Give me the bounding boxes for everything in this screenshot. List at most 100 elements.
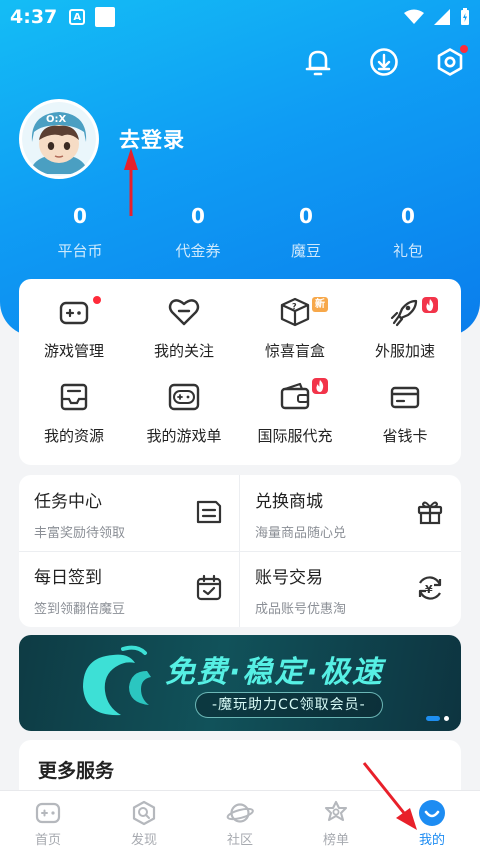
feature-grid-card: 游戏管理 我的关注 ? 新 惊喜盲盒 外服加速 我的资源 我的游戏单 国际服代充… <box>19 279 461 465</box>
wifi-icon <box>404 9 424 24</box>
task-center-entry[interactable]: 任务中心 丰富奖励待领取 <box>19 475 240 551</box>
grid-item-intl-topup[interactable]: 国际服代充 <box>240 364 350 445</box>
login-link[interactable]: 去登录 <box>119 124 185 154</box>
settings-button[interactable] <box>434 44 468 80</box>
task-subtitle: 成品账号优惠淘 <box>255 602 347 617</box>
inbox-icon <box>60 383 88 411</box>
nav-label: 首页 <box>34 833 61 848</box>
grid-item-label: 我的关注 <box>153 342 214 360</box>
heart-icon <box>168 299 200 326</box>
grid-item-label: 省钱卡 <box>382 427 428 445</box>
stat-label: 礼包 <box>392 242 423 260</box>
download-icon <box>370 48 398 76</box>
stat-value: 0 <box>299 204 313 228</box>
hot-badge <box>422 297 438 313</box>
gift-icon <box>417 501 443 525</box>
nav-community[interactable]: 社区 <box>192 791 288 855</box>
app-notification-icon: A <box>69 9 86 25</box>
grid-item-my-game-list[interactable]: 我的游戏单 <box>129 364 239 445</box>
task-title: 每日签到 <box>34 568 102 588</box>
gamepad-icon <box>59 301 89 325</box>
new-badge: 新 <box>312 297 328 312</box>
exchange-mall-entry[interactable]: 兑换商城 海量商品随心兑 <box>240 475 461 551</box>
mystery-box-icon: ? <box>280 297 310 327</box>
banner-subtitle: -魔玩助力CC领取会员- <box>195 692 383 718</box>
svg-text:¥: ¥ <box>425 583 433 596</box>
nav-label: 社区 <box>226 833 253 848</box>
stat-label: 平台币 <box>57 242 103 260</box>
rocket-icon <box>390 299 418 327</box>
nav-discover[interactable]: 发现 <box>96 791 192 855</box>
grid-item-my-follows[interactable]: 我的关注 <box>129 279 239 360</box>
nav-home[interactable]: 首页 <box>0 791 96 855</box>
banner-title: 免费·稳定·极速 <box>165 655 384 690</box>
nav-mine[interactable]: 我的 <box>384 791 480 855</box>
task-card: 任务中心 丰富奖励待领取 兑换商城 海量商品随心兑 每日签到 签到领翻倍魔豆 账… <box>19 475 461 627</box>
grid-item-mystery-box[interactable]: ? 新 惊喜盲盒 <box>240 279 350 360</box>
grid-item-label: 游戏管理 <box>43 342 104 360</box>
task-title: 兑换商城 <box>255 492 323 512</box>
grid-item-saving-card[interactable]: 省钱卡 <box>350 364 460 445</box>
grid-item-label: 国际服代充 <box>257 427 333 445</box>
yen-exchange-icon: ¥ <box>418 576 442 600</box>
profile-icon <box>419 800 445 826</box>
calendar-check-icon <box>196 574 222 601</box>
task-subtitle: 海量商品随心兑 <box>255 526 347 541</box>
stat-magic-bean[interactable]: 0 魔豆 <box>256 204 356 261</box>
battery-icon <box>461 8 469 25</box>
stat-value: 0 <box>401 204 415 228</box>
wallet-icon <box>280 382 310 410</box>
pager-dot <box>444 716 449 721</box>
task-title: 任务中心 <box>34 492 102 512</box>
avatar[interactable]: O:X <box>19 99 99 179</box>
grid-item-label: 外服加速 <box>374 342 435 360</box>
stat-voucher[interactable]: 0 代金券 <box>148 204 248 261</box>
stat-value: 0 <box>73 204 87 228</box>
task-subtitle: 签到领翻倍魔豆 <box>34 602 126 617</box>
game-manage-alert-dot <box>93 296 101 304</box>
discover-icon <box>132 800 156 826</box>
stat-label: 代金券 <box>175 242 221 260</box>
wallet-stats: 0 平台币 0 代金券 0 魔豆 0 礼包 <box>0 204 480 264</box>
task-subtitle: 丰富奖励待领取 <box>34 526 126 541</box>
nav-label: 发现 <box>130 833 157 848</box>
nav-ranking[interactable]: 榜单 <box>288 791 384 855</box>
signal-icon <box>434 9 450 25</box>
status-time: 4:37 <box>10 6 58 28</box>
grid-item-label: 我的游戏单 <box>146 427 222 445</box>
bottom-nav: 首页 发现 社区 榜单 我的 <box>0 790 480 855</box>
fire-icon <box>426 299 434 311</box>
svg-text:?: ? <box>292 302 297 311</box>
grid-item-overseas-boost[interactable]: 外服加速 <box>350 279 460 360</box>
ranking-icon <box>324 800 348 822</box>
notification-bell-button[interactable] <box>302 44 334 80</box>
status-bar: 4:37 A <box>0 0 480 34</box>
download-button[interactable] <box>368 44 400 80</box>
grid-item-label: 惊喜盲盒 <box>264 342 325 360</box>
game-list-icon <box>168 383 200 411</box>
avatar-illustration: O:X <box>22 102 96 176</box>
grid-item-my-resources[interactable]: 我的资源 <box>19 364 129 445</box>
grid-item-game-manage[interactable]: 游戏管理 <box>19 279 129 360</box>
nav-label: 我的 <box>418 833 445 848</box>
stat-value: 0 <box>191 204 205 228</box>
home-gamepad-icon <box>35 802 61 824</box>
fire-icon <box>316 380 324 392</box>
more-services-title: 更多服务 <box>38 760 115 782</box>
daily-checkin-entry[interactable]: 每日签到 签到领翻倍魔豆 <box>19 551 240 627</box>
task-note-icon <box>196 500 222 524</box>
stat-platform-coin[interactable]: 0 平台币 <box>30 204 130 261</box>
grid-item-label: 我的资源 <box>43 427 104 445</box>
promo-banner[interactable]: 免费·稳定·极速 -魔玩助力CC领取会员- <box>19 635 461 731</box>
stat-gift-pack[interactable]: 0 礼包 <box>358 204 458 261</box>
nav-label: 榜单 <box>322 833 349 848</box>
card-icon <box>390 386 420 409</box>
hot-badge <box>312 378 328 394</box>
bell-icon <box>305 50 331 76</box>
stat-label: 魔豆 <box>290 242 321 260</box>
pager-dot-active <box>426 716 440 721</box>
notification-square-icon <box>95 7 116 27</box>
task-title: 账号交易 <box>255 568 323 588</box>
account-trade-entry[interactable]: 账号交易 成品账号优惠淘 ¥ <box>240 551 461 627</box>
svg-text:O:X: O:X <box>46 114 67 125</box>
